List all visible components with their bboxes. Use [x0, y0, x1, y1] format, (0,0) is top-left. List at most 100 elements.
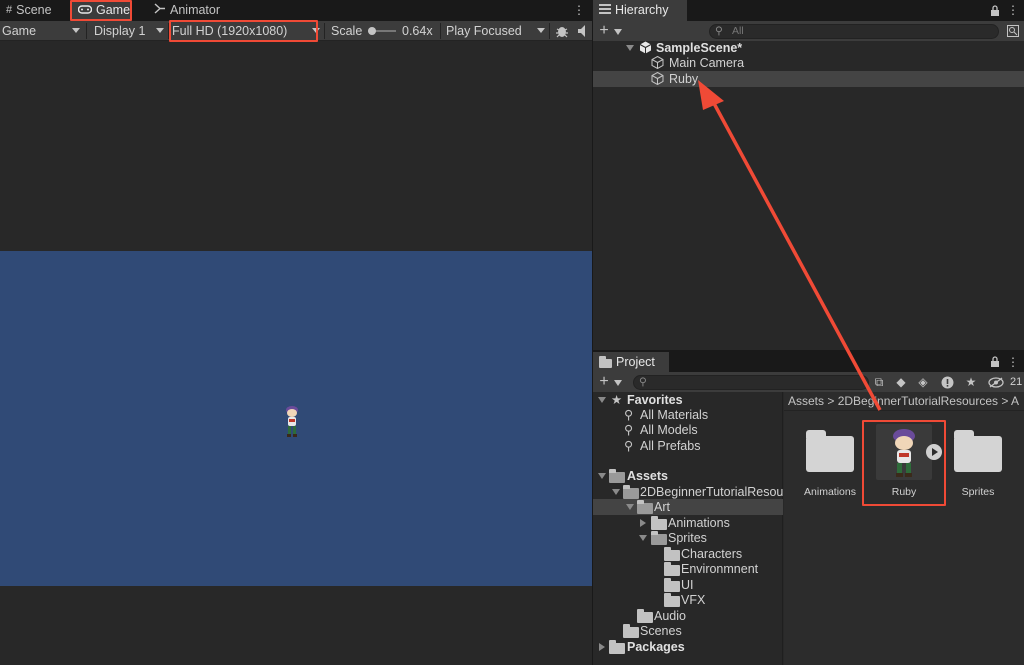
add-icon[interactable]: +	[597, 21, 611, 41]
divider	[440, 23, 441, 39]
divider	[86, 23, 87, 39]
folder-icon	[664, 562, 680, 576]
collapse-arrow-icon[interactable]	[640, 519, 646, 527]
folder-icon	[609, 640, 625, 654]
speaker-icon[interactable]	[577, 21, 589, 43]
annotation-box-ruby-asset	[862, 420, 946, 506]
hierarchy-search-input[interactable]: ⚲ All	[709, 24, 999, 39]
chevron-down-icon	[72, 28, 80, 33]
divider	[324, 23, 325, 39]
tree-row-animations[interactable]: Animations	[593, 515, 783, 531]
slider-handle[interactable]	[368, 27, 376, 35]
more-options-icon[interactable]: ⋮	[1007, 0, 1019, 20]
expand-arrow-icon[interactable]	[639, 535, 647, 541]
search-icon: ⚲	[624, 408, 634, 422]
lock-icon[interactable]	[989, 0, 1001, 22]
chevron-down-icon	[537, 28, 545, 33]
project-search-input[interactable]: ⚲	[633, 375, 869, 390]
chevron-down-icon	[156, 28, 164, 33]
star-icon: ★	[611, 393, 623, 407]
ruby-sprite	[282, 403, 302, 439]
expand-arrow-icon[interactable]	[612, 489, 620, 495]
asset-item-sprites[interactable]: Sprites	[938, 426, 1018, 502]
annotation-box-game-tab	[70, 0, 132, 21]
add-icon[interactable]: +	[597, 372, 611, 392]
tree-row-scene[interactable]: SampleScene*	[593, 40, 1024, 56]
scale-label: Scale	[331, 24, 363, 38]
tab-hierarchy[interactable]: Hierarchy	[593, 0, 687, 21]
project-tabbar: Project ⋮	[593, 352, 1024, 372]
tree-row-resources[interactable]: 2DBeginnerTutorialResour	[593, 484, 783, 500]
hidden-packages-icon[interactable]	[985, 372, 1007, 394]
mode-dropdown[interactable]: Game	[2, 21, 36, 41]
hierarchy-tabbar: Hierarchy ⋮	[593, 0, 1024, 21]
folder-icon	[599, 355, 612, 368]
display-dropdown[interactable]: Display 1	[94, 21, 145, 41]
tree-row-main-camera[interactable]: Main Camera	[593, 55, 1024, 71]
folder-open-icon	[623, 485, 639, 499]
animator-icon	[154, 0, 166, 21]
hidden-count-badge: 21	[1010, 376, 1023, 388]
tree-row-audio[interactable]: Audio	[593, 608, 783, 624]
scale-value: 0.64x	[402, 24, 433, 38]
tree-row-characters[interactable]: Characters	[593, 546, 783, 562]
expand-arrow-icon[interactable]	[626, 504, 634, 510]
chevron-down-icon	[614, 29, 622, 35]
tree-row-art[interactable]: Art	[593, 499, 783, 515]
folder-open-icon	[637, 500, 653, 514]
tab-scene[interactable]: # Scene	[0, 0, 58, 21]
folder-icon	[806, 430, 854, 472]
tree-row-all-materials[interactable]: ⚲ All Materials	[593, 407, 783, 423]
bug-icon[interactable]	[553, 21, 571, 44]
folder-icon	[651, 516, 667, 530]
expand-arrow-icon[interactable]	[598, 397, 606, 403]
folder-icon	[664, 578, 680, 592]
star-icon[interactable]: ★	[963, 372, 979, 392]
tree-row-packages[interactable]: Packages	[593, 639, 783, 655]
search-icon: ⚲	[624, 423, 634, 437]
folder-icon	[664, 593, 680, 607]
tab-project[interactable]: Project	[593, 352, 669, 372]
search-icon: ⚲	[715, 25, 723, 37]
lock-icon[interactable]	[989, 352, 1001, 373]
divider	[549, 23, 550, 39]
collapse-arrow-icon[interactable]	[599, 643, 605, 651]
more-options-icon[interactable]: ⋮	[1007, 352, 1019, 372]
grid-icon: #	[6, 4, 13, 16]
gameobject-icon	[651, 71, 664, 89]
folder-open-icon	[609, 469, 625, 483]
chevron-down-icon	[614, 380, 622, 386]
tree-row-ui[interactable]: UI	[593, 577, 783, 593]
tree-row-all-prefabs[interactable]: ⚲ All Prefabs	[593, 438, 783, 454]
folder-icon	[954, 430, 1002, 472]
scale-slider[interactable]	[368, 27, 396, 35]
label-icon[interactable]: ◈	[915, 372, 931, 392]
search-icon: ⚲	[639, 376, 647, 388]
tree-row-environment[interactable]: Environmnent	[593, 561, 783, 577]
game-view[interactable]	[0, 251, 592, 586]
tree-row-sprites[interactable]: Sprites	[593, 530, 783, 546]
search-scene-icon[interactable]: ⧉	[871, 372, 887, 392]
play-mode-dropdown[interactable]: Play Focused	[446, 21, 522, 41]
tab-animator[interactable]: Animator	[148, 0, 226, 21]
asset-item-animations[interactable]: Animations	[790, 426, 870, 502]
folder-open-icon	[651, 531, 667, 545]
breadcrumb[interactable]: Assets > 2DBeginnerTutorialResources > A	[784, 392, 1024, 411]
tree-row-ruby[interactable]: Ruby	[593, 71, 1024, 87]
list-icon	[599, 0, 611, 21]
scene-name: SampleScene*	[656, 41, 743, 55]
tree-row-assets[interactable]: Assets	[593, 468, 783, 484]
tree-row-vfx[interactable]: VFX	[593, 592, 783, 608]
tree-row-all-models[interactable]: ⚲ All Models	[593, 422, 783, 438]
more-options-icon[interactable]: ⋮	[572, 0, 586, 20]
folder-icon	[664, 547, 680, 561]
tree-row-favorites[interactable]: ★ Favorites	[593, 392, 783, 408]
project-toolbar: + ⚲ ⧉ ◆ ◈ ★ 21	[593, 372, 1024, 392]
expand-arrow-icon[interactable]	[598, 473, 606, 479]
search-icon: ⚲	[624, 439, 634, 453]
expand-arrow-icon[interactable]	[626, 45, 634, 51]
annotation-box-resolution	[169, 20, 318, 42]
tree-row-scenes[interactable]: Scenes	[593, 623, 783, 639]
hierarchy-toolbar: + ⚲ All	[593, 21, 1024, 41]
filter-type-icon[interactable]: ◆	[893, 372, 909, 392]
